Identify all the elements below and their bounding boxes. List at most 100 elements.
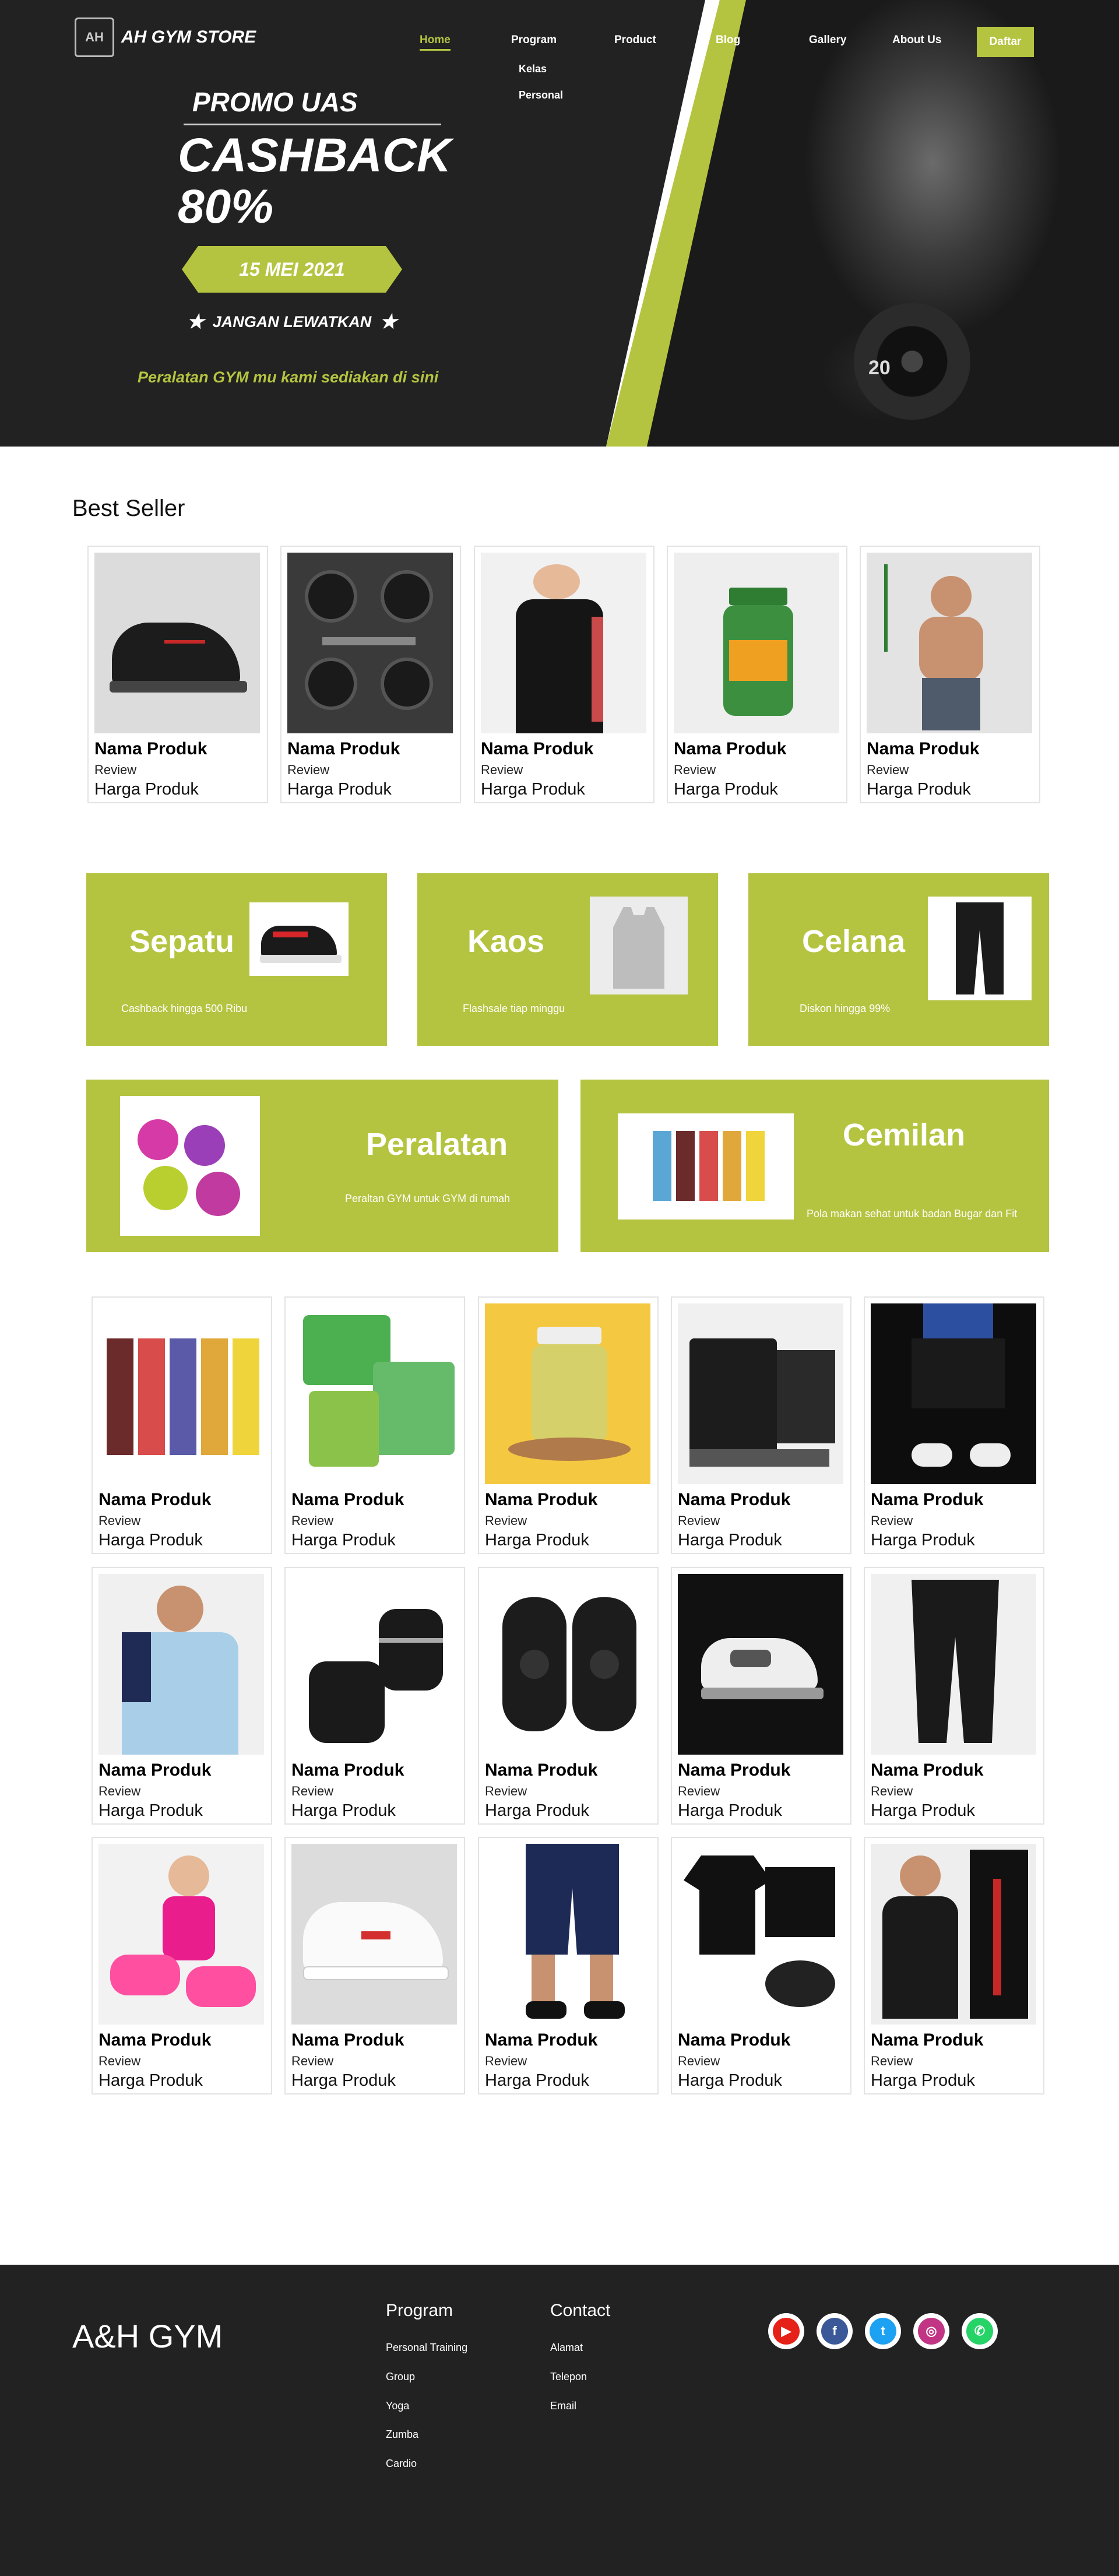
nav-home[interactable]: Home — [420, 34, 451, 51]
instagram-link[interactable]: ◎ — [913, 2313, 949, 2349]
product-review: Review — [871, 1784, 913, 1798]
catalog-product-card[interactable]: Nama Produk Review Harga Produk — [478, 1567, 659, 1825]
pants-icon — [928, 897, 1032, 1000]
product-name: Nama Produk — [674, 739, 787, 758]
category-kaos[interactable]: Kaos Flashsale tiap minggu — [417, 873, 718, 1046]
product-name: Nama Produk — [678, 1760, 791, 1780]
footer-link-group[interactable]: Group — [386, 2371, 415, 2383]
product-price: Harga Produk — [481, 780, 585, 799]
product-price: Harga Produk — [98, 2071, 203, 2090]
product-price: Harga Produk — [98, 1531, 203, 1549]
polo-shirt-icon — [98, 1574, 264, 1755]
product-review: Review — [291, 1513, 334, 1528]
product-price: Harga Produk — [98, 1801, 203, 1820]
catalog-product-card[interactable]: Nama Produk Review Harga Produk — [864, 1567, 1044, 1825]
catalog-product-card[interactable]: Nama Produk Review Harga Produk — [92, 1837, 272, 2094]
supplement-bag-icon — [678, 1303, 843, 1484]
chips-pack-icon — [291, 1303, 457, 1484]
youtube-link[interactable]: ▶ — [768, 2313, 804, 2349]
product-review: Review — [674, 762, 716, 777]
product-price: Harga Produk — [674, 780, 778, 799]
product-review: Review — [291, 2054, 334, 2068]
footer-program-title: Program — [386, 2301, 453, 2320]
product-review: Review — [867, 762, 909, 777]
category-cemilan[interactable]: Cemilan Pola makan sehat untuk badan Bug… — [580, 1080, 1049, 1252]
best-seller-product-card[interactable]: Nama Produk Review Harga Produk — [667, 546, 847, 803]
nav-gallery[interactable]: Gallery — [809, 34, 846, 47]
catalog-product-card[interactable]: Nama Produk Review Harga Produk — [284, 1567, 465, 1825]
tshirt-model-icon — [871, 1844, 1036, 2025]
nav-program-kelas[interactable]: Kelas — [519, 63, 547, 75]
product-name: Nama Produk — [94, 739, 207, 758]
category-subtitle: Pola makan sehat untuk badan Bugar dan F… — [807, 1208, 1018, 1220]
sneaker-icon — [249, 902, 349, 976]
promo-cashback: CASHBACK — [178, 129, 452, 182]
signup-button[interactable]: Daftar — [977, 27, 1034, 57]
knee-sleeve-icon — [485, 1574, 650, 1755]
product-review: Review — [94, 762, 137, 777]
product-review: Review — [291, 1784, 334, 1798]
best-seller-title: Best Seller — [72, 495, 185, 521]
product-name: Nama Produk — [871, 2030, 984, 2050]
product-price: Harga Produk — [287, 780, 392, 799]
footer-link-alamat[interactable]: Alamat — [550, 2342, 583, 2354]
product-price: Harga Produk — [94, 780, 199, 799]
twitter-link[interactable]: t — [865, 2313, 901, 2349]
nav-blog[interactable]: Blog — [716, 34, 740, 47]
catalog-product-card[interactable]: Nama Produk Review Harga Produk — [864, 1837, 1044, 2094]
product-price: Harga Produk — [871, 1531, 975, 1549]
nav-program[interactable]: Program — [511, 34, 557, 47]
best-seller-product-card[interactable]: Nama Produk Review Harga Produk — [474, 546, 654, 803]
category-title: Peralatan — [366, 1127, 508, 1162]
category-peralatan[interactable]: Peralatan Peraltan GYM untuk GYM di ruma… — [86, 1080, 558, 1252]
footer-link-telepon[interactable]: Telepon — [550, 2371, 587, 2383]
promo-heading: PROMO UAS — [192, 87, 358, 117]
nav-about-us[interactable]: About Us — [892, 34, 941, 47]
footer-brand: A&H GYM — [72, 2318, 223, 2354]
product-price: Harga Produk — [485, 2071, 589, 2090]
pink-dumbbells-icon — [98, 1844, 264, 2025]
category-subtitle: Cashback hingga 500 Ribu — [121, 1003, 248, 1014]
catalog-product-card[interactable]: Nama Produk Review Harga Produk — [284, 1296, 465, 1554]
catalog-product-card[interactable]: Nama Produk Review Harga Produk — [92, 1567, 272, 1825]
nav-product[interactable]: Product — [614, 34, 656, 47]
catalog-product-card[interactable]: Nama Produk Review Harga Produk — [284, 1837, 465, 2094]
category-title: Cemilan — [843, 1117, 966, 1152]
category-subtitle: Diskon hingga 99% — [800, 1003, 891, 1014]
product-name: Nama Produk — [98, 2030, 212, 2050]
product-review: Review — [485, 1513, 527, 1528]
product-price: Harga Produk — [678, 1801, 782, 1820]
catalog-product-card[interactable]: Nama Produk Review Harga Produk — [671, 1296, 851, 1554]
promo-cta-text: JANGAN LEWATKAN — [212, 312, 372, 331]
dumbbell-set-icon — [287, 553, 453, 733]
best-seller-product-card[interactable]: Nama Produk Review Harga Produk — [280, 546, 461, 803]
footer: A&H GYM Program Personal Training Group … — [0, 2265, 1119, 2576]
catalog-product-card[interactable]: Nama Produk Review Harga Produk — [864, 1296, 1044, 1554]
category-sepatu[interactable]: Sepatu Cashback hingga 500 Ribu — [86, 873, 387, 1046]
promo-divider — [184, 124, 441, 125]
product-name: Nama Produk — [485, 1760, 598, 1780]
nav-program-personal[interactable]: Personal — [519, 89, 563, 101]
footer-link-personal-training[interactable]: Personal Training — [386, 2342, 467, 2354]
footer-link-zumba[interactable]: Zumba — [386, 2429, 418, 2441]
catalog-product-card[interactable]: Nama Produk Review Harga Produk — [671, 1567, 851, 1825]
dumbbells-icon — [120, 1096, 260, 1236]
whatsapp-link[interactable]: ✆ — [962, 2313, 998, 2349]
footer-link-cardio[interactable]: Cardio — [386, 2458, 417, 2470]
product-name: Nama Produk — [291, 1760, 404, 1780]
facebook-link[interactable]: f — [817, 2313, 853, 2349]
category-title: Celana — [802, 924, 906, 959]
hero-banner: 20 AH AH GYM STORE Home Program Product … — [0, 0, 1119, 447]
best-seller-product-card[interactable]: Nama Produk Review Harga Produk — [860, 546, 1040, 803]
best-seller-product-card[interactable]: Nama Produk Review Harga Produk — [87, 546, 268, 803]
footer-link-email[interactable]: Email — [550, 2400, 576, 2412]
product-review: Review — [871, 2054, 913, 2068]
catalog-product-card[interactable]: Nama Produk Review Harga Produk — [478, 1296, 659, 1554]
category-subtitle: Peraltan GYM untuk GYM di rumah — [345, 1193, 511, 1204]
category-celana[interactable]: Celana Diskon hingga 99% — [748, 873, 1049, 1046]
catalog-product-card[interactable]: Nama Produk Review Harga Produk — [92, 1296, 272, 1554]
catalog-product-card[interactable]: Nama Produk Review Harga Produk — [478, 1837, 659, 2094]
footer-link-yoga[interactable]: Yoga — [386, 2400, 409, 2412]
instagram-icon: ◎ — [918, 2318, 945, 2345]
catalog-product-card[interactable]: Nama Produk Review Harga Produk — [671, 1837, 851, 2094]
